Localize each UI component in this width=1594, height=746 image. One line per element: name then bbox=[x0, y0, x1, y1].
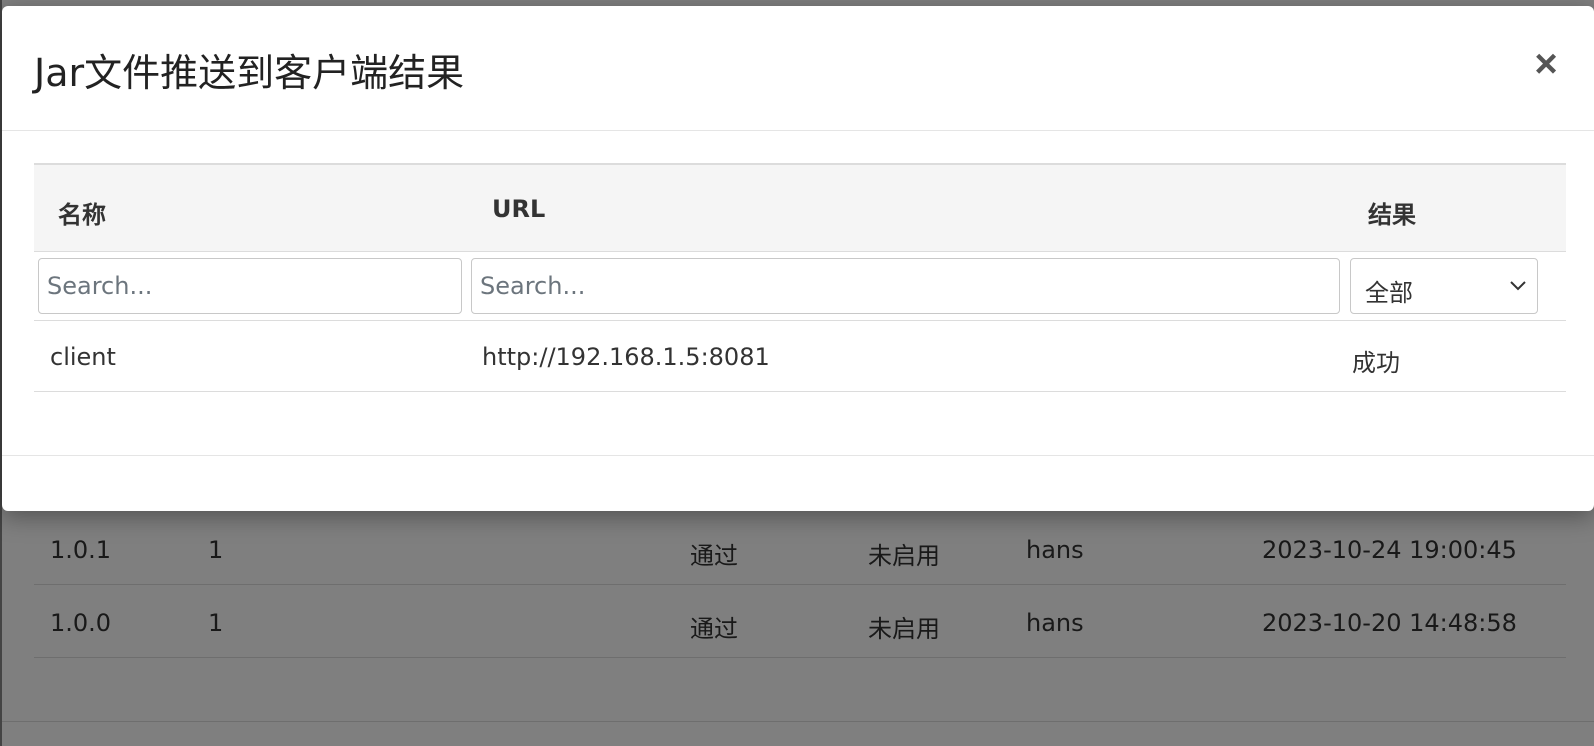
result-table: 名称 URL 结果 全部 client http://192.168.1.5:8… bbox=[34, 163, 1566, 392]
modal-body: 名称 URL 结果 全部 client http://192.168.1.5:8… bbox=[2, 131, 1594, 456]
result-filter-select[interactable]: 全部 bbox=[1350, 258, 1538, 314]
filter-row: 全部 bbox=[34, 252, 1566, 321]
chevron-down-icon bbox=[1510, 281, 1526, 291]
header-result[interactable]: 结果 bbox=[1368, 195, 1416, 230]
url-search-input[interactable] bbox=[471, 258, 1340, 314]
push-result-modal: Jar文件推送到客户端结果 × 名称 URL 结果 全部 bbox=[2, 6, 1594, 511]
table-row: client http://192.168.1.5:8081 成功 bbox=[34, 321, 1566, 392]
close-button[interactable]: × bbox=[1526, 42, 1566, 86]
header-url[interactable]: URL bbox=[492, 195, 545, 223]
result-filter-value: 全部 bbox=[1365, 279, 1413, 307]
table-header: 名称 URL 结果 bbox=[34, 165, 1566, 252]
modal-title: Jar文件推送到客户端结果 bbox=[34, 51, 465, 95]
name-cell: client bbox=[50, 343, 116, 371]
modal-footer bbox=[2, 456, 1594, 511]
url-cell: http://192.168.1.5:8081 bbox=[482, 343, 770, 371]
result-cell: 成功 bbox=[1352, 349, 1400, 377]
header-name[interactable]: 名称 bbox=[58, 195, 106, 230]
modal-header: Jar文件推送到客户端结果 × bbox=[2, 6, 1594, 131]
name-search-input[interactable] bbox=[38, 258, 462, 314]
close-icon: × bbox=[1534, 42, 1558, 86]
